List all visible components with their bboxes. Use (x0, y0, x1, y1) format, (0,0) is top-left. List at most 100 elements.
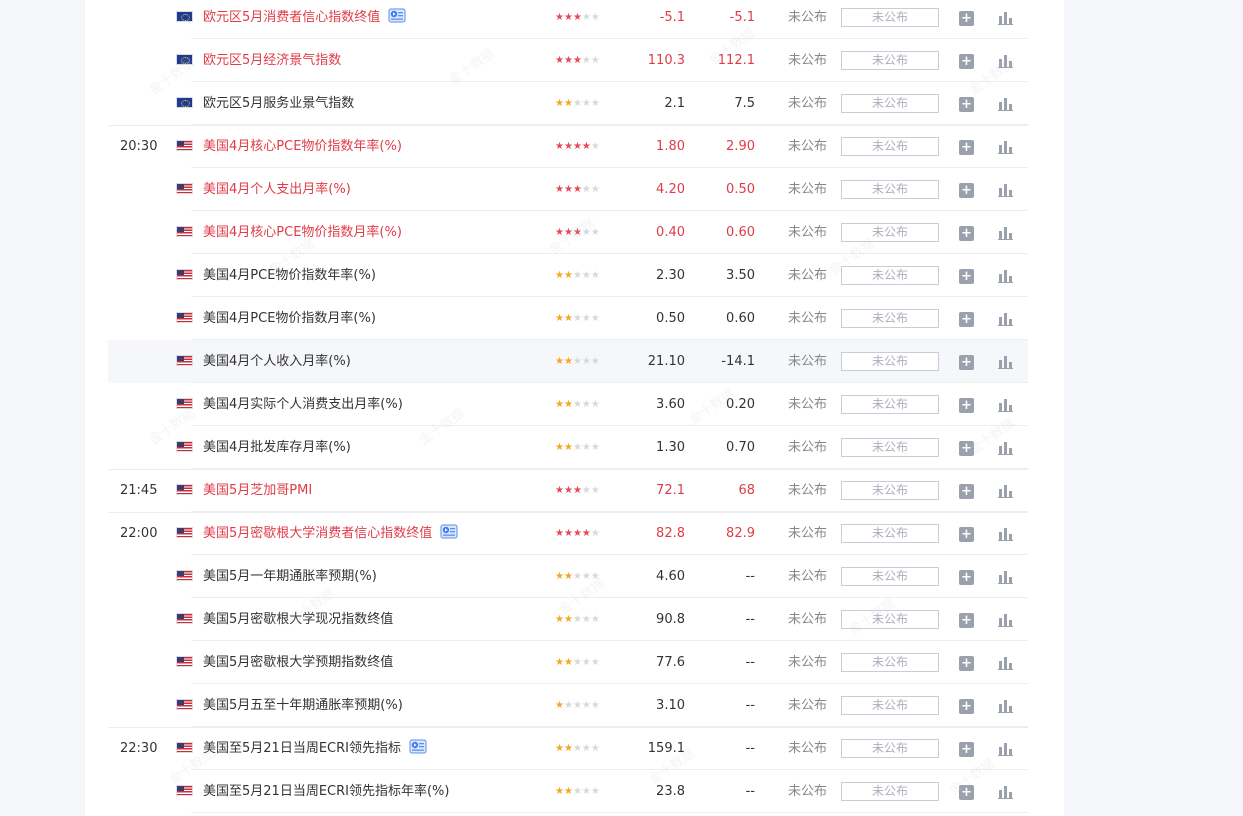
previous-value: 90.8 (656, 612, 685, 627)
add-reminder-icon[interactable]: + (959, 441, 974, 456)
event-name[interactable]: 美国4月核心PCE物价指数月率(%) (203, 211, 402, 254)
event-name[interactable]: 美国至5月21日当周ECRI领先指标 (203, 727, 401, 770)
previous-value: 4.60 (656, 569, 685, 584)
add-reminder-icon[interactable]: + (959, 656, 974, 671)
bar-chart-icon[interactable] (998, 53, 1013, 68)
event-name[interactable]: 美国5月芝加哥PMI (203, 469, 312, 512)
add-reminder-icon[interactable]: + (959, 699, 974, 714)
add-reminder-icon[interactable]: + (959, 355, 974, 370)
video-icon[interactable] (409, 739, 427, 754)
forecast-value: 7.5 (734, 96, 755, 111)
calendar-row[interactable]: 美国4月个人收入月率(%) ★★★★★ 21.10 -14.1 未公布 未公布 + (108, 340, 1028, 383)
calendar-row[interactable]: 欧元区5月经济景气指数 ★★★★★ 110.3 112.1 未公布 未公布 + (108, 39, 1028, 82)
bar-chart-icon[interactable] (998, 440, 1013, 455)
calendar-row[interactable]: 欧元区5月消费者信心指数终值 ★★★★★ -5.1 -5.1 未公布 未公布 + (108, 0, 1028, 39)
add-reminder-icon[interactable]: + (959, 11, 974, 26)
event-name[interactable]: 欧元区5月服务业景气指数 (203, 82, 354, 125)
calendar-row[interactable]: 美国4月个人支出月率(%) ★★★★★ 4.20 0.50 未公布 未公布 + (108, 168, 1028, 211)
event-name[interactable]: 欧元区5月消费者信心指数终值 (203, 0, 380, 39)
event-name[interactable]: 美国5月密歇根大学现况指数终值 (203, 598, 393, 641)
bar-chart-icon[interactable] (998, 569, 1013, 584)
calendar-row[interactable]: 美国4月核心PCE物价指数月率(%) ★★★★★ 0.40 0.60 未公布 未公布 + (108, 211, 1028, 254)
forecast-value: 68 (738, 483, 755, 498)
event-time: 21:45 (120, 483, 158, 498)
bar-chart-icon[interactable] (998, 225, 1013, 240)
calendar-row[interactable]: 美国4月PCE物价指数年率(%) ★★★★★ 2.30 3.50 未公布 未公布 + (108, 254, 1028, 297)
calendar-row[interactable]: 22:00 美国5月密歇根大学消费者信心指数终值 ★★★★★ 82.8 82.9 未公布未… (108, 512, 1028, 555)
calendar-row[interactable]: 美国5月密歇根大学预期指数终值 ★★★★★ 77.6 -- 未公布 未公布 + (108, 641, 1028, 684)
bar-chart-icon[interactable] (998, 311, 1013, 326)
video-icon[interactable] (440, 524, 458, 539)
add-reminder-icon[interactable]: + (959, 570, 974, 585)
bar-chart-icon[interactable] (998, 10, 1013, 25)
calendar-row[interactable]: 22:30 美国至5月21日当周ECRI领先指标 ★★★★★ 159.1 -- 未公布 未公… (108, 727, 1028, 770)
bar-chart-icon[interactable] (998, 397, 1013, 412)
bar-chart-icon[interactable] (998, 139, 1013, 154)
calendar-row[interactable]: 美国至5月21日当周ECRI领先指标年率(%) ★★★★★ 23.8 -- 未公布 未公布… (108, 770, 1028, 813)
calendar-row[interactable]: 美国4月批发库存月率(%) ★★★★★ 1.30 0.70 未公布 未公布 + (108, 426, 1028, 469)
status-text: 未公布 (788, 483, 828, 498)
event-name[interactable]: 美国4月PCE物价指数月率(%) (203, 297, 376, 340)
event-name[interactable]: 美国4月PCE物价指数年率(%) (203, 254, 376, 297)
event-name[interactable]: 美国4月批发库存月率(%) (203, 426, 351, 469)
event-name[interactable]: 美国4月个人支出月率(%) (203, 168, 351, 211)
actual-value-field: 未公布 (841, 94, 939, 113)
event-name[interactable]: 欧元区5月经济景气指数 (203, 39, 341, 82)
forecast-value: -5.1 (729, 10, 755, 25)
actual-value-field: 未公布 (841, 8, 939, 27)
event-name[interactable]: 美国4月实际个人消费支出月率(%) (203, 383, 403, 426)
bar-chart-icon[interactable] (998, 526, 1013, 541)
add-reminder-icon[interactable]: + (959, 183, 974, 198)
add-reminder-icon[interactable]: + (959, 97, 974, 112)
add-reminder-icon[interactable]: + (959, 54, 974, 69)
bar-chart-icon[interactable] (998, 268, 1013, 283)
importance-stars: ★★★★★ (555, 12, 600, 23)
previous-value: 21.10 (647, 354, 685, 369)
bar-chart-icon[interactable] (998, 698, 1013, 713)
add-reminder-icon[interactable]: + (959, 226, 974, 241)
add-reminder-icon[interactable]: + (959, 484, 974, 499)
video-icon[interactable] (388, 8, 406, 23)
importance-stars: ★★★★★ (555, 227, 600, 238)
event-name[interactable]: 美国4月个人收入月率(%) (203, 340, 351, 383)
previous-value: 3.10 (656, 698, 685, 713)
bar-chart-icon[interactable] (998, 655, 1013, 670)
add-reminder-icon[interactable]: + (959, 742, 974, 757)
add-reminder-icon[interactable]: + (959, 312, 974, 327)
bar-chart-icon[interactable] (998, 612, 1013, 627)
importance-stars: ★★★★★ (555, 55, 600, 66)
bar-chart-icon[interactable] (998, 182, 1013, 197)
forecast-value: -- (745, 698, 755, 713)
actual-value-field: 未公布 (841, 266, 939, 285)
importance-stars: ★★★★★ (555, 442, 600, 453)
bar-chart-icon[interactable] (998, 741, 1013, 756)
calendar-row[interactable]: 美国4月实际个人消费支出月率(%) ★★★★★ 3.60 0.20 未公布 未公布 + (108, 383, 1028, 426)
calendar-row[interactable]: 21:45 美国5月芝加哥PMI ★★★★★ 72.1 68 未公布 未公布 + (108, 469, 1028, 512)
event-name[interactable]: 美国5月密歇根大学预期指数终值 (203, 641, 393, 684)
event-name[interactable]: 美国5月一年期通胀率预期(%) (203, 555, 377, 598)
event-name[interactable]: 美国至5月21日当周ECRI领先指标年率(%) (203, 770, 449, 813)
calendar-row[interactable]: 20:30 美国4月核心PCE物价指数年率(%) ★★★★★ 1.80 2.90 未公布未… (108, 125, 1028, 168)
calendar-row[interactable]: 美国5月一年期通胀率预期(%) ★★★★★ 4.60 -- 未公布 未公布 + (108, 555, 1028, 598)
calendar-row[interactable]: 美国5月五至十年期通胀率预期(%) ★★★★★ 3.10 -- 未公布 未公布 + (108, 684, 1028, 727)
add-reminder-icon[interactable]: + (959, 269, 974, 284)
event-name[interactable]: 美国4月核心PCE物价指数年率(%) (203, 125, 402, 168)
bar-chart-icon[interactable] (998, 784, 1013, 799)
bar-chart-icon[interactable] (998, 483, 1013, 498)
calendar-row[interactable]: 欧元区5月服务业景气指数 ★★★★★ 2.1 7.5 未公布 未公布 + (108, 82, 1028, 125)
add-reminder-icon[interactable]: + (959, 785, 974, 800)
event-name[interactable]: 美国5月密歇根大学消费者信心指数终值 (203, 512, 432, 555)
add-reminder-icon[interactable]: + (959, 527, 974, 542)
event-name[interactable]: 美国5月五至十年期通胀率预期(%) (203, 684, 403, 727)
importance-stars: ★★★★★ (555, 399, 600, 410)
calendar-row[interactable]: 美国5月密歇根大学现况指数终值 ★★★★★ 90.8 -- 未公布 未公布 + (108, 598, 1028, 641)
add-reminder-icon[interactable]: + (959, 613, 974, 628)
actual-value-field: 未公布 (841, 782, 939, 801)
status-text: 未公布 (788, 354, 828, 369)
bar-chart-icon[interactable] (998, 354, 1013, 369)
calendar-row[interactable]: 美国4月PCE物价指数月率(%) ★★★★★ 0.50 0.60 未公布 未公布 + (108, 297, 1028, 340)
add-reminder-icon[interactable]: + (959, 398, 974, 413)
us-flag-icon (176, 398, 193, 409)
add-reminder-icon[interactable]: + (959, 140, 974, 155)
bar-chart-icon[interactable] (998, 96, 1013, 111)
